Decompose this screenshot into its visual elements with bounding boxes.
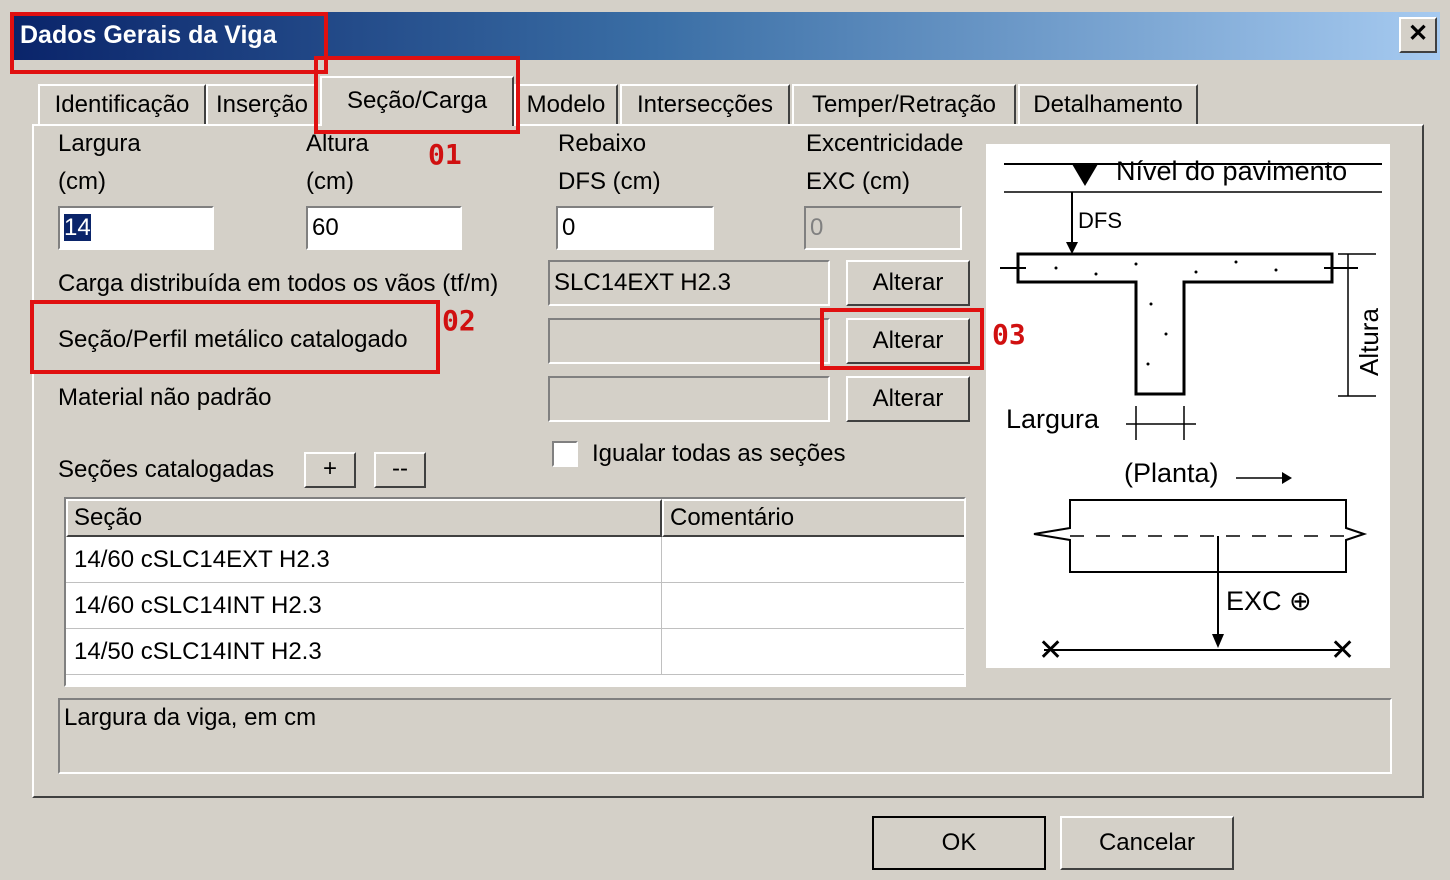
table-row[interactable]: 14/60 cSLC14INT H2.3	[66, 583, 662, 629]
arrow-right-icon	[1282, 472, 1292, 484]
annotation-01: 01	[428, 138, 462, 171]
dialog-window: Dados Gerais da Viga ✕ Identificação Ins…	[0, 0, 1450, 880]
tab-detalhamento[interactable]: Detalhamento	[1018, 84, 1198, 124]
secao-perfil-value	[548, 318, 830, 364]
title-bar[interactable]: Dados Gerais da Viga	[10, 12, 1440, 60]
exc-text: EXC ⊕	[1226, 586, 1312, 616]
secao-perfil-label: Seção/Perfil metálico catalogado	[58, 326, 408, 353]
status-description: Largura da viga, em cm	[58, 698, 1392, 774]
annotation-03: 03	[992, 318, 1026, 351]
secoes-catalogadas-label: Seções catalogadas	[58, 456, 275, 483]
tab-modelo[interactable]: Modelo	[514, 84, 618, 124]
sections-table: Seção Comentário 14/60 cSLC14EXT H2.3 14…	[64, 497, 966, 687]
altura-label: Altura	[306, 130, 369, 157]
largura-value: 14	[64, 214, 91, 241]
altura-input[interactable]: 60	[306, 206, 462, 250]
level-marker-icon	[1072, 164, 1098, 186]
tab-interseccoes[interactable]: Intersecções	[620, 84, 790, 124]
igualar-label: Igualar todas as seções	[592, 440, 846, 467]
remove-section-button[interactable]: --	[374, 452, 426, 488]
material-value	[548, 376, 830, 422]
ok-button[interactable]: OK	[872, 816, 1046, 870]
altura-unit: (cm)	[306, 168, 354, 195]
largura-label: Largura	[58, 130, 141, 157]
largura-text: Largura	[1006, 404, 1100, 434]
carga-alterar-button[interactable]: Alterar	[846, 260, 970, 306]
table-cell-comment[interactable]	[662, 629, 964, 675]
svg-text:✕: ✕	[1330, 634, 1355, 667]
material-label: Material não padrão	[58, 384, 272, 411]
beam-section-svg: Nível do pavimento DFS Altura Largura (P…	[1000, 156, 1384, 667]
rebaixo-label: Rebaixo	[558, 130, 647, 157]
close-button[interactable]: ✕	[1399, 17, 1437, 53]
igualar-checkbox[interactable]	[552, 441, 578, 467]
largura-input[interactable]: 14	[58, 206, 214, 250]
planta-text: (Planta)	[1124, 458, 1219, 488]
secao-alterar-button[interactable]: Alterar	[846, 318, 970, 364]
dfs-text: DFS	[1078, 208, 1122, 233]
svg-text:✕: ✕	[1038, 634, 1063, 667]
column-header-secao[interactable]: Seção	[66, 499, 662, 537]
nivel-text: Nível do pavimento	[1116, 156, 1347, 186]
carga-value: SLC14EXT H2.3	[548, 260, 830, 306]
column-header-comentario[interactable]: Comentário	[662, 499, 964, 537]
tab-temper-retracao[interactable]: Temper/Retração	[792, 84, 1016, 124]
excentricidade-unit: EXC (cm)	[806, 168, 910, 195]
annotation-02: 02	[442, 304, 476, 337]
cancel-button[interactable]: Cancelar	[1060, 816, 1234, 870]
window-title: Dados Gerais da Viga	[20, 21, 277, 49]
add-section-button[interactable]: +	[304, 452, 356, 488]
tab-insercao[interactable]: Inserção	[206, 84, 318, 124]
rebaixo-input[interactable]: 0	[556, 206, 714, 250]
tab-identificacao[interactable]: Identificação	[38, 84, 206, 124]
material-alterar-button[interactable]: Alterar	[846, 376, 970, 422]
largura-unit: (cm)	[58, 168, 106, 195]
altura-text: Altura	[1354, 308, 1384, 376]
table-cell-comment[interactable]	[662, 583, 964, 629]
table-row[interactable]: 14/50 cSLC14INT H2.3	[66, 629, 662, 675]
beam-diagram: Nível do pavimento DFS Altura Largura (P…	[986, 144, 1390, 668]
carga-label: Carga distribuída em todos os vãos (tf/m…	[58, 270, 499, 297]
excentricidade-input: 0	[804, 206, 962, 250]
tab-secao-carga[interactable]: Seção/Carga	[320, 76, 514, 126]
rebaixo-unit: DFS (cm)	[558, 168, 661, 195]
table-cell-comment[interactable]	[662, 537, 964, 583]
excentricidade-label: Excentricidade	[806, 130, 964, 157]
table-row[interactable]: 14/60 cSLC14EXT H2.3	[66, 537, 662, 583]
